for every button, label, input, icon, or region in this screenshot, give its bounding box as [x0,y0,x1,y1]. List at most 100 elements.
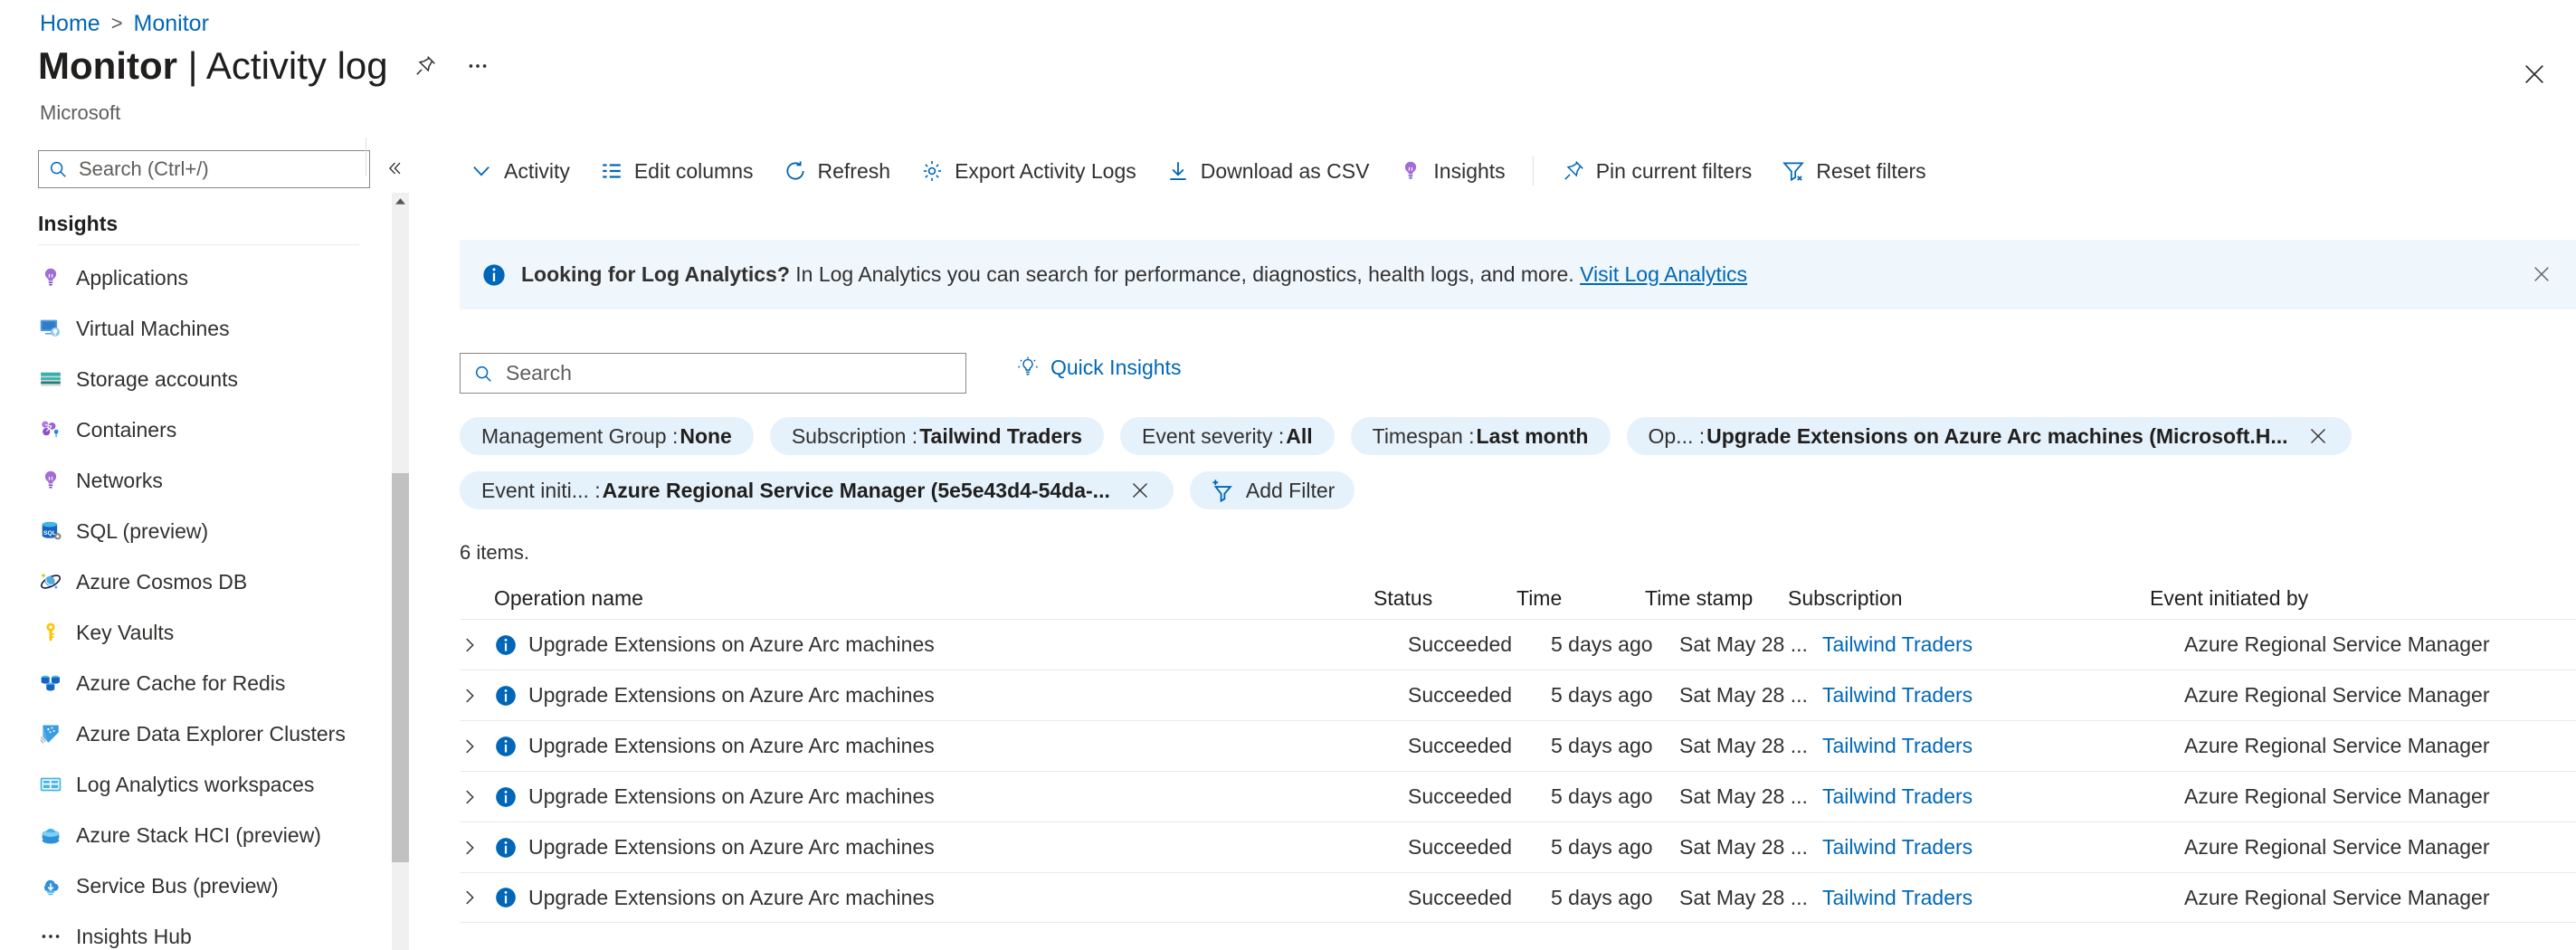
cell-event-initiated-by: Azure Regional Service Manager [2184,784,2576,809]
sidebar-scrollbar[interactable] [392,193,409,950]
sidebar-collapse-button[interactable] [380,154,409,183]
filter-pill-event-severity[interactable]: Event severity :All [1120,417,1335,455]
subscription-link[interactable]: Tailwind Traders [1822,835,1972,859]
page-title-row: Monitor | Activity log [38,43,493,89]
cell-operation-name: Upgrade Extensions on Azure Arc machines [494,835,1408,860]
table-row[interactable]: Upgrade Extensions on Azure Arc machines… [460,670,2576,720]
activity-search-box[interactable] [460,353,966,394]
page-title: Monitor | Activity log [38,43,388,89]
virtual-machine-icon [38,316,63,341]
subscription-link[interactable]: Tailwind Traders [1822,886,1972,909]
export-activity-logs-button[interactable]: Export Activity Logs [905,150,1151,192]
chevron-right-icon[interactable] [460,635,494,655]
column-header-operation-name[interactable]: Operation name [460,586,1374,611]
sidebar-item-containers[interactable]: Containers [0,404,366,455]
column-header-subscription[interactable]: Subscription [1788,586,2150,611]
filter-pill-value: Last month [1477,424,1589,449]
sidebar-item-applications[interactable]: Applications [0,252,366,303]
sidebar-item-label: Applications [76,266,188,290]
subscription-link[interactable]: Tailwind Traders [1822,784,1972,808]
sidebar-item-azure-data-explorer-clusters[interactable]: Azure Data Explorer Clusters [0,708,366,759]
banner-link[interactable]: Visit Log Analytics [1580,262,1747,286]
chevron-right-icon[interactable] [460,888,494,907]
filter-pill-remove-icon[interactable] [1128,479,1152,502]
chevron-right-icon[interactable] [460,686,494,706]
sidebar-item-virtual-machines[interactable]: Virtual Machines [0,303,366,354]
items-count: 6 items. [460,541,529,565]
sidebar-item-networks[interactable]: Networks [0,455,366,506]
activity-button[interactable]: Activity [454,150,585,192]
info-icon [481,262,507,288]
sidebar-item-insights-hub[interactable]: Insights Hub [0,911,366,950]
sidebar-item-service-bus-preview[interactable]: Service Bus (preview) [0,860,366,911]
sql-database-icon: SQL [38,518,63,544]
cell-time: 5 days ago [1551,734,1679,758]
cell-subscription: Tailwind Traders [1822,683,2184,708]
search-icon [473,364,493,384]
quick-insights-button[interactable]: Quick Insights [1015,355,1181,380]
scrollbar-thumb[interactable] [392,473,409,862]
ellipsis-icon[interactable] [462,51,493,81]
breadcrumb-item-monitor[interactable]: Monitor [134,10,209,37]
sidebar-item-azure-cache-for-redis[interactable]: Azure Cache for Redis [0,658,366,708]
subscription-link[interactable]: Tailwind Traders [1822,632,1972,656]
cell-operation-name: Upgrade Extensions on Azure Arc machines [494,886,1408,910]
sidebar-item-key-vaults[interactable]: Key Vaults [0,607,366,658]
filter-pill-key: Op... : [1649,424,1706,449]
table-row[interactable]: Upgrade Extensions on Azure Arc machines… [460,872,2576,923]
filter-pill-event-initi[interactable]: Event initi... :Azure Regional Service M… [460,471,1174,509]
column-header-time-stamp[interactable]: Time stamp [1645,586,1788,611]
edit-columns-button[interactable]: Edit columns [585,150,768,192]
add-filter-button[interactable]: Add Filter [1190,471,1355,509]
column-header-status[interactable]: Status [1374,586,1516,611]
sidebar-item-azure-stack-hci-preview[interactable]: Azure Stack HCI (preview) [0,810,366,860]
sidebar-item-label: Azure Stack HCI (preview) [76,823,321,848]
scroll-up-arrow-icon[interactable] [392,193,409,209]
pin-icon[interactable] [410,51,441,81]
operation-name-text: Upgrade Extensions on Azure Arc machines [528,683,935,708]
banner-close-icon[interactable] [2527,260,2556,289]
activity-search-input[interactable] [504,360,953,386]
pin-current-filters-button[interactable]: Pin current filters [1546,150,1767,192]
refresh-button[interactable]: Refresh [768,150,906,192]
sidebar-item-storage-accounts[interactable]: Storage accounts [0,354,366,404]
filter-pill-management-group[interactable]: Management Group :None [460,417,754,455]
filter-pill-value: None [680,424,732,449]
sidebar-item-label: Storage accounts [76,367,238,392]
subscription-link[interactable]: Tailwind Traders [1822,683,1972,707]
chevron-right-icon[interactable] [460,736,494,756]
cell-status: Succeeded [1408,784,1551,809]
filter-pill-timespan[interactable]: Timespan :Last month [1351,417,1611,455]
insights-button[interactable]: Insights [1383,150,1519,192]
table-row[interactable]: Upgrade Extensions on Azure Arc machines… [460,771,2576,822]
chevron-right-icon[interactable] [460,838,494,858]
subscription-link[interactable]: Tailwind Traders [1822,734,1972,757]
close-icon[interactable] [2516,56,2552,92]
breadcrumb-item-home[interactable]: Home [40,10,100,37]
table-row[interactable]: Upgrade Extensions on Azure Arc machines… [460,619,2576,670]
chevron-right-icon[interactable] [460,787,494,807]
cell-status: Succeeded [1408,683,1551,708]
table-row[interactable]: Upgrade Extensions on Azure Arc machines… [460,720,2576,771]
sidebar-item-label: Service Bus (preview) [76,874,279,898]
containers-icon [38,417,63,442]
gear-icon [919,158,945,184]
table-row[interactable]: Upgrade Extensions on Azure Arc machines… [460,822,2576,872]
column-header-event-initiated-by[interactable]: Event initiated by [2150,586,2576,611]
column-header-time[interactable]: Time [1516,586,1645,611]
download-as-csv-button[interactable]: Download as CSV [1151,150,1384,192]
info-icon [494,633,518,657]
sidebar-search-box[interactable] [38,150,370,188]
refresh-icon [783,158,808,184]
filter-pill-op[interactable]: Op... :Upgrade Extensions on Azure Arc m… [1627,417,2352,455]
sidebar-item-azure-cosmos-db[interactable]: Azure Cosmos DB [0,556,366,607]
sidebar-search-input[interactable] [77,157,360,182]
reset-filters-button[interactable]: Reset filters [1766,150,1940,192]
data-explorer-icon [38,721,63,746]
filter-pill-remove-icon[interactable] [2306,424,2330,448]
filter-pill-value: Azure Regional Service Manager (5e5e43d4… [603,479,1110,503]
sidebar-item-log-analytics-workspaces[interactable]: Log Analytics workspaces [0,759,366,810]
cell-status: Succeeded [1408,734,1551,758]
filter-pill-subscription[interactable]: Subscription :Tailwind Traders [770,417,1104,455]
sidebar-item-sql-preview[interactable]: SQLSQL (preview) [0,506,366,556]
